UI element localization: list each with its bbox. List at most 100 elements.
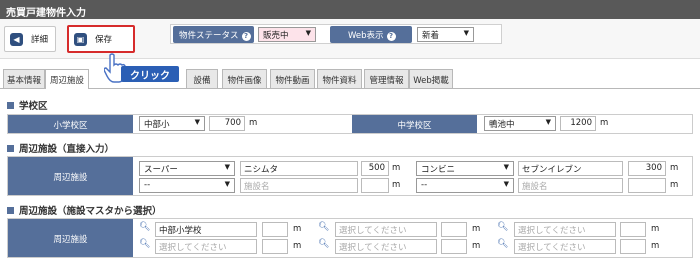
- section-marker-icon: [7, 102, 14, 109]
- elementary-distance-input[interactable]: 700: [209, 116, 245, 131]
- status-label-text: 物件ステータス: [179, 31, 239, 41]
- facility-type-select[interactable]: -- ▼: [416, 178, 514, 193]
- master-facility-input[interactable]: 選択してください: [155, 239, 257, 254]
- master-facilities-title: 周辺施設（施設マスタから選択）: [7, 203, 162, 217]
- detail-button[interactable]: ◀ 詳細: [4, 26, 56, 52]
- search-icon[interactable]: 🔍︎: [139, 239, 150, 249]
- tab-web-listing[interactable]: Web掲載: [409, 69, 453, 88]
- facility-type-value: コンビニ: [421, 165, 456, 175]
- chevron-down-icon: ▼: [305, 29, 311, 37]
- junior-select-value: 鴨池中: [489, 120, 515, 130]
- facility-type-select[interactable]: スーパー ▼: [139, 161, 235, 176]
- chevron-down-icon: ▼: [463, 29, 469, 37]
- facility-distance-unit: m: [670, 180, 679, 190]
- facility-distance-input[interactable]: [361, 178, 389, 193]
- chevron-down-icon: ▼: [224, 163, 230, 171]
- tab-divider: [0, 88, 700, 89]
- tab-documents[interactable]: 物件資料: [317, 69, 362, 88]
- status-select[interactable]: 販売中 ▼: [258, 27, 316, 42]
- facility-type-select[interactable]: -- ▼: [139, 178, 235, 193]
- tab-images[interactable]: 物件画像: [222, 69, 267, 88]
- facility-distance-unit: m: [670, 163, 679, 173]
- master-facility-input[interactable]: 選択してください: [335, 239, 437, 254]
- master-distance-unit: m: [651, 224, 660, 234]
- master-distance-unit: m: [472, 241, 481, 251]
- web-select-value: 新着: [422, 31, 440, 41]
- tab-equipment[interactable]: 設備: [186, 69, 218, 88]
- master-distance-input[interactable]: [620, 222, 646, 237]
- facility-name-input[interactable]: ニシムタ: [240, 161, 358, 176]
- status-label: 物件ステータス?: [173, 26, 254, 43]
- tab-surrounding[interactable]: 周辺施設: [45, 69, 89, 89]
- search-icon[interactable]: 🔍︎: [318, 222, 329, 232]
- facility-distance-input[interactable]: [628, 178, 666, 193]
- detail-button-label: 詳細: [31, 35, 49, 45]
- junior-label: 中学校区: [352, 115, 477, 133]
- tab-management[interactable]: 管理情報: [364, 69, 409, 88]
- master-distance-unit: m: [293, 241, 302, 251]
- junior-select[interactable]: 鴨池中 ▼: [484, 116, 556, 131]
- master-facility-input[interactable]: 選択してください: [514, 222, 616, 237]
- tab-videos[interactable]: 物件動画: [270, 69, 315, 88]
- chevron-down-icon: ▼: [545, 118, 551, 126]
- window-title: 売買戸建物件入力: [0, 0, 700, 19]
- facility-distance-input[interactable]: 300: [628, 161, 666, 176]
- direct-facilities-title: 周辺施設（直接入力）: [7, 141, 114, 155]
- elementary-label: 小学校区: [8, 115, 133, 133]
- facility-distance-unit: m: [392, 180, 401, 190]
- master-distance-input[interactable]: [620, 239, 646, 254]
- section-marker-icon: [7, 207, 14, 214]
- school-section-title: 学校区: [7, 98, 48, 112]
- junior-distance-input[interactable]: 1200: [560, 116, 596, 131]
- tab-basic-info[interactable]: 基本情報: [3, 69, 45, 88]
- elementary-select-value: 中部小: [144, 120, 170, 130]
- facility-type-value: --: [144, 180, 151, 190]
- direct-facilities-label: 周辺施設: [8, 157, 133, 195]
- facility-distance-input[interactable]: 500: [361, 161, 389, 176]
- facility-name-input[interactable]: 施設名: [240, 178, 358, 193]
- master-distance-input[interactable]: [441, 222, 467, 237]
- master-facility-input[interactable]: 選択してください: [514, 239, 616, 254]
- master-distance-unit: m: [293, 224, 302, 234]
- save-button-label: 保存: [95, 35, 113, 45]
- master-facility-input[interactable]: 中部小学校: [155, 222, 257, 237]
- chevron-down-icon: ▼: [503, 163, 509, 171]
- search-icon[interactable]: 🔍︎: [139, 222, 150, 232]
- help-icon[interactable]: ?: [241, 32, 251, 41]
- status-select-value: 販売中: [263, 31, 289, 41]
- floppy-disk-icon: ▣: [74, 32, 87, 46]
- web-label: Web表示?: [330, 26, 412, 43]
- school-section-title-text: 学校区: [19, 101, 48, 112]
- chevron-down-icon: ▼: [503, 180, 509, 188]
- facility-type-value: スーパー: [144, 165, 178, 175]
- junior-distance-unit: m: [600, 118, 609, 128]
- help-icon[interactable]: ?: [386, 32, 396, 41]
- facility-type-value: --: [421, 180, 428, 190]
- search-icon[interactable]: 🔍︎: [318, 239, 329, 249]
- search-icon[interactable]: 🔍︎: [497, 222, 508, 232]
- section-marker-icon: [7, 145, 14, 152]
- master-facilities-label: 周辺施設: [8, 219, 133, 257]
- web-label-text: Web表示: [348, 31, 384, 41]
- master-facility-input[interactable]: 選択してください: [335, 222, 437, 237]
- master-distance-input[interactable]: [441, 239, 467, 254]
- click-callout: クリック: [121, 66, 179, 82]
- save-button[interactable]: ▣ 保存: [67, 25, 135, 53]
- search-icon[interactable]: 🔍︎: [497, 239, 508, 249]
- chevron-down-icon: ▼: [224, 180, 230, 188]
- master-distance-unit: m: [472, 224, 481, 234]
- elementary-select[interactable]: 中部小 ▼: [139, 116, 205, 131]
- facility-name-input[interactable]: セブンイレブン: [518, 161, 623, 176]
- chevron-down-icon: ▼: [194, 118, 200, 126]
- facility-name-input[interactable]: 施設名: [518, 178, 623, 193]
- direct-facilities-title-text: 周辺施設（直接入力）: [19, 144, 115, 155]
- master-distance-unit: m: [651, 241, 660, 251]
- master-distance-input[interactable]: [262, 239, 288, 254]
- facility-type-select[interactable]: コンビニ ▼: [416, 161, 514, 176]
- elementary-distance-unit: m: [249, 118, 258, 128]
- facility-distance-unit: m: [392, 163, 401, 173]
- master-facilities-title-text: 周辺施設（施設マスタから選択）: [19, 206, 162, 217]
- master-distance-input[interactable]: [262, 222, 288, 237]
- web-select[interactable]: 新着 ▼: [417, 27, 474, 42]
- back-arrow-icon: ◀: [10, 32, 23, 46]
